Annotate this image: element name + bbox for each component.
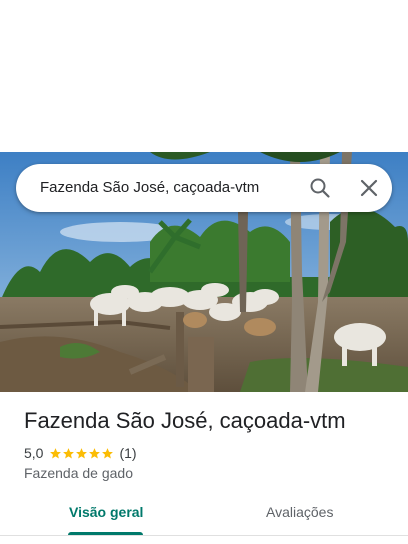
rating-value: 5,0 [24, 445, 44, 461]
rating-row[interactable]: 5,0 (1) [24, 444, 137, 462]
star-icon [63, 447, 75, 458]
star-rating [49, 447, 114, 460]
rating-count[interactable]: (1) [119, 445, 136, 461]
search-bar[interactable]: Fazenda São José, caçoada-vtm [16, 164, 392, 212]
place-title: Fazenda São José, caçoada-vtm [24, 408, 346, 433]
star-icon [50, 447, 62, 458]
top-blank-area [0, 0, 408, 152]
search-icon[interactable] [308, 176, 332, 200]
star-icon [76, 447, 88, 458]
tabs-divider [0, 535, 408, 536]
tab-overview[interactable]: Visão geral [69, 504, 143, 520]
place-category: Fazenda de gado [24, 465, 133, 481]
star-icon [89, 447, 101, 458]
star-icon [102, 447, 114, 458]
search-input[interactable]: Fazenda São José, caçoada-vtm [40, 164, 259, 212]
tab-reviews[interactable]: Avaliações [266, 504, 333, 520]
close-icon[interactable] [357, 176, 381, 200]
